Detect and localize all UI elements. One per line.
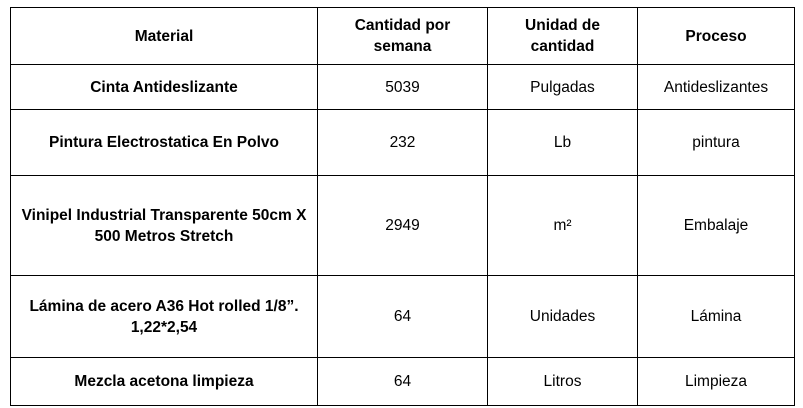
header-unidad: Unidad de cantidad <box>487 7 638 65</box>
material-cell: Pintura Electrostatica En Polvo <box>10 109 318 176</box>
proceso-cell: Embalaje <box>637 175 795 276</box>
cantidad-cell: 64 <box>317 275 488 358</box>
proceso-cell: Limpieza <box>637 357 795 406</box>
material-cell: Lámina de acero A36 Hot rolled 1/8”. 1,2… <box>10 275 318 358</box>
proceso-cell: pintura <box>637 109 795 176</box>
header-cantidad: Cantidad por semana <box>317 7 488 65</box>
table-row: Lámina de acero A36 Hot rolled 1/8”. 1,2… <box>10 275 795 358</box>
cantidad-cell: 232 <box>317 109 488 176</box>
material-cell: Cinta Antideslizante <box>10 64 318 110</box>
header-proceso: Proceso <box>637 7 795 65</box>
unidad-cell: Unidades <box>487 275 638 358</box>
proceso-cell: Antideslizantes <box>637 64 795 110</box>
unidad-cell: Pulgadas <box>487 64 638 110</box>
unidad-cell: m² <box>487 175 638 276</box>
header-row: Material Cantidad por semana Unidad de c… <box>10 7 795 65</box>
table-row: Cinta Antideslizante 5039 Pulgadas Antid… <box>10 64 795 110</box>
table-row: Vinipel Industrial Transparente 50cm X 5… <box>10 175 795 276</box>
cantidad-cell: 2949 <box>317 175 488 276</box>
material-cell: Vinipel Industrial Transparente 50cm X 5… <box>10 175 318 276</box>
unidad-cell: Lb <box>487 109 638 176</box>
table-row: Mezcla acetona limpieza 64 Litros Limpie… <box>10 357 795 406</box>
cantidad-cell: 64 <box>317 357 488 406</box>
materials-table: Material Cantidad por semana Unidad de c… <box>10 7 795 406</box>
unidad-cell: Litros <box>487 357 638 406</box>
material-cell: Mezcla acetona limpieza <box>10 357 318 406</box>
header-material: Material <box>10 7 318 65</box>
proceso-cell: Lámina <box>637 275 795 358</box>
cantidad-cell: 5039 <box>317 64 488 110</box>
table-row: Pintura Electrostatica En Polvo 232 Lb p… <box>10 109 795 176</box>
